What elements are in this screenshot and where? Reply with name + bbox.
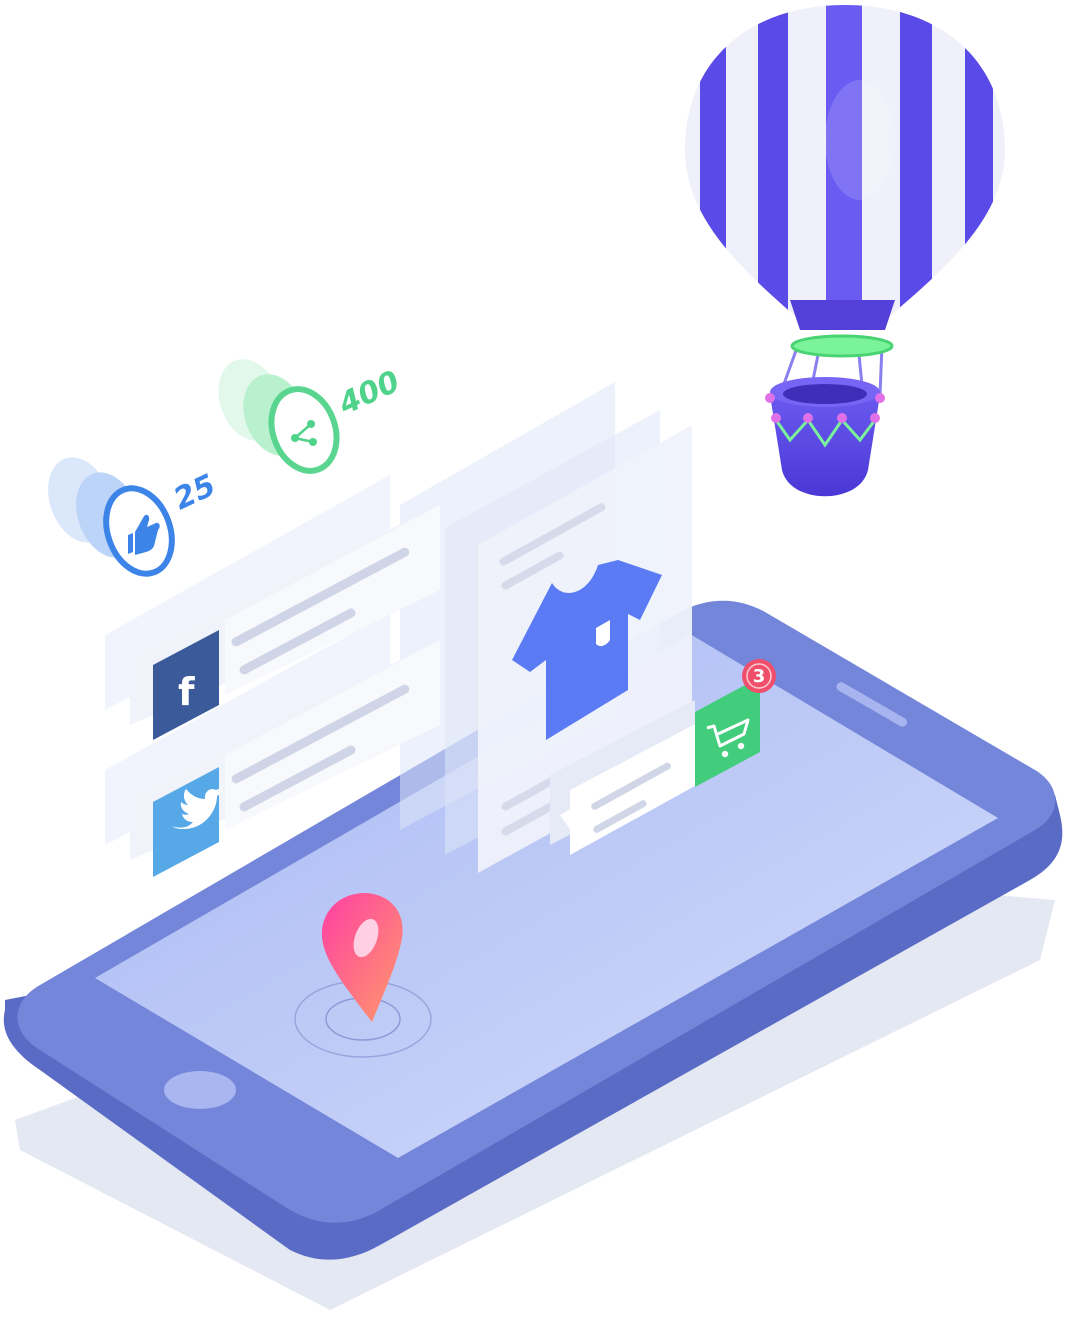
svg-text:f: f: [178, 670, 195, 714]
share-counter: 400: [218, 359, 405, 474]
like-counter: 25: [48, 457, 222, 577]
like-count: 25: [169, 468, 222, 517]
phone-home-button[interactable]: [164, 1071, 236, 1109]
cart-badge-count: 3: [753, 666, 766, 687]
cart-badge: 3: [742, 659, 776, 693]
hot-air-balloon: [685, 5, 1005, 497]
share-count: 400: [333, 364, 405, 423]
illustration-scene: f 3 25 400: [3, 5, 1063, 1310]
